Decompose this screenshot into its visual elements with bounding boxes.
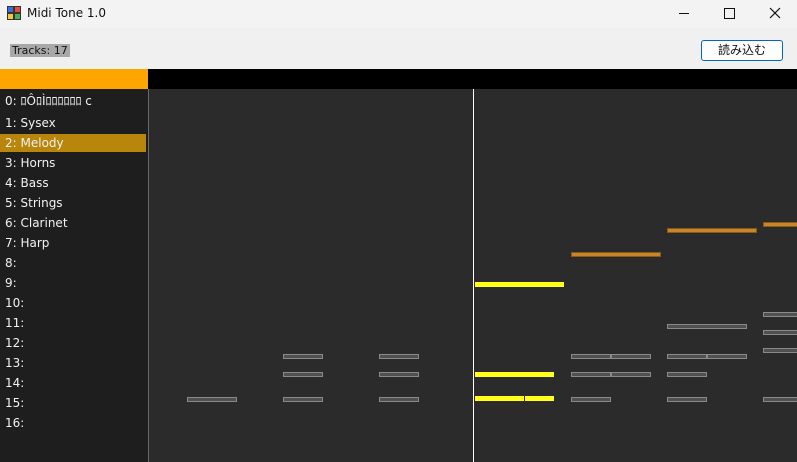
note-bar [667, 397, 707, 402]
track-header-bar [0, 69, 148, 89]
track-item-7[interactable]: 7: Harp [0, 234, 146, 252]
track-item-12[interactable]: 12: [0, 334, 146, 352]
minimize-icon [679, 13, 689, 14]
note-bar [763, 312, 797, 317]
track-item-13[interactable]: 13: [0, 354, 146, 372]
note-bar [525, 396, 554, 401]
title-bar: Midi Tone 1.0 [0, 0, 797, 28]
note-bar [667, 228, 757, 233]
note-bar [187, 397, 237, 402]
timeline-bar[interactable] [148, 69, 797, 89]
track-item-2[interactable]: 2: Melody [0, 134, 146, 152]
toolbar: Tracks: 17 読み込む [0, 28, 797, 69]
note-bar [379, 372, 419, 377]
track-list: 0: ﾛÔﾛÌﾛﾛﾛﾛﾛﾛ c 1: Sysex 2: Melody 3: Ho… [0, 89, 148, 462]
track-item-3[interactable]: 3: Horns [0, 154, 146, 172]
track-item-8[interactable]: 8: [0, 254, 146, 272]
note-bar [283, 372, 323, 377]
track-item-4[interactable]: 4: Bass [0, 174, 146, 192]
note-bar [611, 354, 651, 359]
track-item-11[interactable]: 11: [0, 314, 146, 332]
note-bar [667, 324, 747, 329]
note-bar [763, 222, 797, 227]
note-bar [571, 372, 611, 377]
note-bar [571, 252, 661, 257]
note-bar [611, 372, 651, 377]
app-icon [7, 6, 21, 20]
note-bar [707, 354, 747, 359]
close-button[interactable] [752, 0, 797, 28]
track-item-14[interactable]: 14: [0, 374, 146, 392]
note-bar [763, 397, 797, 402]
note-bar [571, 397, 611, 402]
track-item-0[interactable]: 0: ﾛÔﾛÌﾛﾛﾛﾛﾛﾛ c [0, 92, 146, 110]
minimize-button[interactable] [661, 0, 707, 28]
note-bar [475, 372, 554, 377]
playhead-line [473, 89, 474, 462]
track-item-5[interactable]: 5: Strings [0, 194, 146, 212]
note-bar [667, 354, 707, 359]
note-bar [379, 397, 419, 402]
load-button[interactable]: 読み込む [701, 40, 783, 61]
note-bar [475, 282, 564, 287]
track-item-1[interactable]: 1: Sysex [0, 114, 146, 132]
maximize-icon [724, 8, 735, 19]
track-count-label: Tracks: 17 [10, 44, 70, 57]
track-item-15[interactable]: 15: [0, 394, 146, 412]
track-item-6[interactable]: 6: Clarinet [0, 214, 146, 232]
note-bar [763, 348, 797, 353]
note-bar [475, 396, 524, 401]
note-bar [283, 397, 323, 402]
note-bar [571, 354, 611, 359]
track-item-16[interactable]: 16: [0, 414, 146, 432]
track-item-10[interactable]: 10: [0, 294, 146, 312]
track-item-9[interactable]: 9: [0, 274, 146, 292]
note-bar [379, 354, 419, 359]
close-icon [769, 7, 781, 19]
note-bar [763, 330, 797, 335]
window-title: Midi Tone 1.0 [27, 6, 106, 20]
note-bar [667, 372, 707, 377]
maximize-button[interactable] [706, 0, 752, 28]
note-bar [283, 354, 323, 359]
